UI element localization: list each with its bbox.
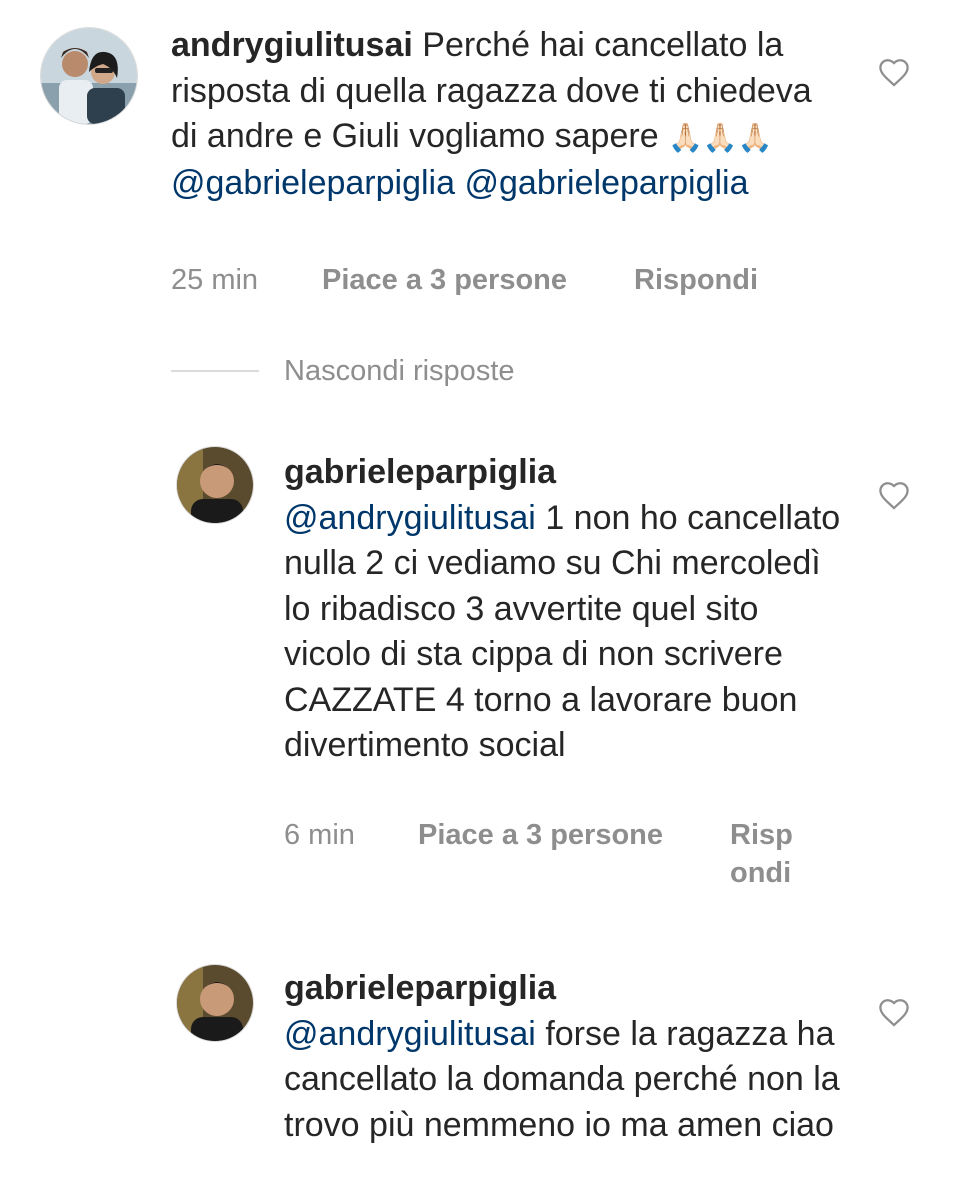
mention-link[interactable]: @andrygiulitusai [284,499,536,537]
likes-count[interactable]: Piace a 3 persone [322,261,567,299]
reply-body: 1 non ho cancellato nulla 2 ci vediamo s… [284,498,841,765]
avatar-gabrieleparpiglia[interactable] [176,964,254,1042]
reply-meta: 6 min Piace a 3 persone Risp ondi [284,816,884,889]
avatar-andrygiulitusai[interactable] [40,27,138,125]
reply-text: gabrieleparpiglia @andrygiulitusai 1 non… [284,450,844,769]
reply-time: 6 min [284,819,355,851]
mention-link[interactable]: @gabrieleparpiglia [171,164,455,202]
avatar-photo [177,965,253,1041]
reply-button[interactable]: Risp ondi [730,816,793,892]
comment-username[interactable]: andrygiulitusai [171,26,413,64]
reply-label-part-1: Risp [730,819,793,851]
likes-count[interactable]: Piace a 3 persone [418,816,663,854]
reply-label-part-2: ondi [730,857,792,889]
mention-link[interactable]: @andrygiulitusai [284,1015,536,1053]
like-button[interactable] [877,479,911,513]
comment-text: andrygiulitusai Perché hai cancellato la… [171,23,821,206]
reply-text: gabrieleparpiglia @andrygiulitusai forse… [284,966,849,1148]
reply-button[interactable]: Rispondi [634,261,758,299]
hide-replies-button[interactable]: Nascondi risposte [284,355,515,388]
mention-link[interactable]: @gabrieleparpiglia [464,164,748,202]
heart-outline-icon [879,482,909,510]
like-button[interactable] [877,56,911,90]
avatar-gabrieleparpiglia[interactable] [176,446,254,524]
heart-outline-icon [879,59,909,87]
heart-outline-icon [879,999,909,1027]
reply-username[interactable]: gabrieleparpiglia [284,966,849,1012]
avatar-photo [41,28,137,124]
reply-username[interactable]: gabrieleparpiglia [284,450,844,496]
replies-divider [171,370,259,372]
comment-meta: 25 min Piace a 3 persone Rispondi [171,261,871,299]
emoji-praying-hands: 🙏🏻🙏🏻🙏🏻 [668,122,773,153]
comment-time: 25 min [171,264,259,296]
avatar-photo [177,447,253,523]
like-button[interactable] [877,996,911,1030]
